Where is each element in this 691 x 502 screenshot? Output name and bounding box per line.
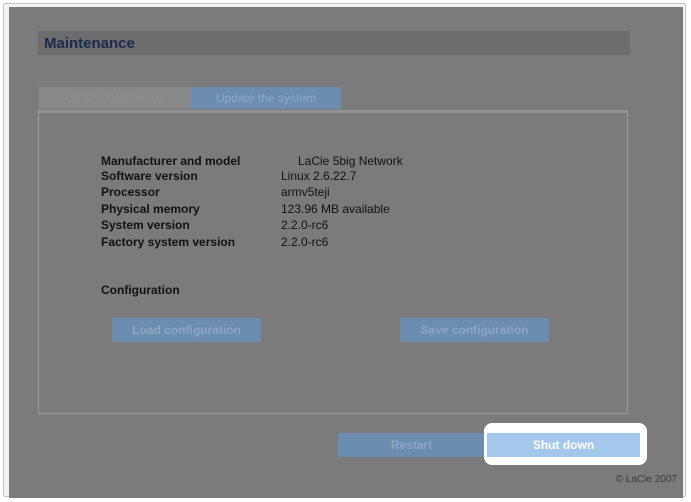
info-value: 123.96 MB available [281, 202, 390, 216]
info-label: Manufacturer and model [101, 154, 241, 168]
info-value: Linux 2.6.22.7 [281, 169, 357, 183]
save-configuration-button[interactable]: Save configuration [400, 318, 549, 342]
info-label: Software version [101, 169, 198, 183]
shut-down-button[interactable]: Shut down [487, 433, 640, 457]
info-value: 2.2.0-rc6 [281, 218, 329, 232]
copyright-footer: © LaCie 2007 [615, 474, 677, 485]
info-value: armv5teji [281, 185, 330, 199]
load-configuration-button[interactable]: Load configuration [112, 318, 261, 342]
tab-update-the-system[interactable]: Update the system [191, 87, 341, 109]
section-header: Maintenance [38, 31, 630, 55]
info-label: Factory system version [101, 235, 236, 249]
restart-button[interactable]: Restart [338, 433, 485, 457]
info-label: Physical memory [101, 202, 200, 216]
info-label: System version [101, 218, 190, 232]
info-value: 2.2.0-rc6 [281, 235, 329, 249]
info-label: Processor [101, 185, 160, 199]
info-value: LaCie 5big Network [298, 154, 403, 168]
tab-device-information[interactable]: Device information [39, 87, 191, 109]
configuration-title: Configuration [101, 283, 180, 297]
page-title: Maintenance [44, 35, 135, 52]
